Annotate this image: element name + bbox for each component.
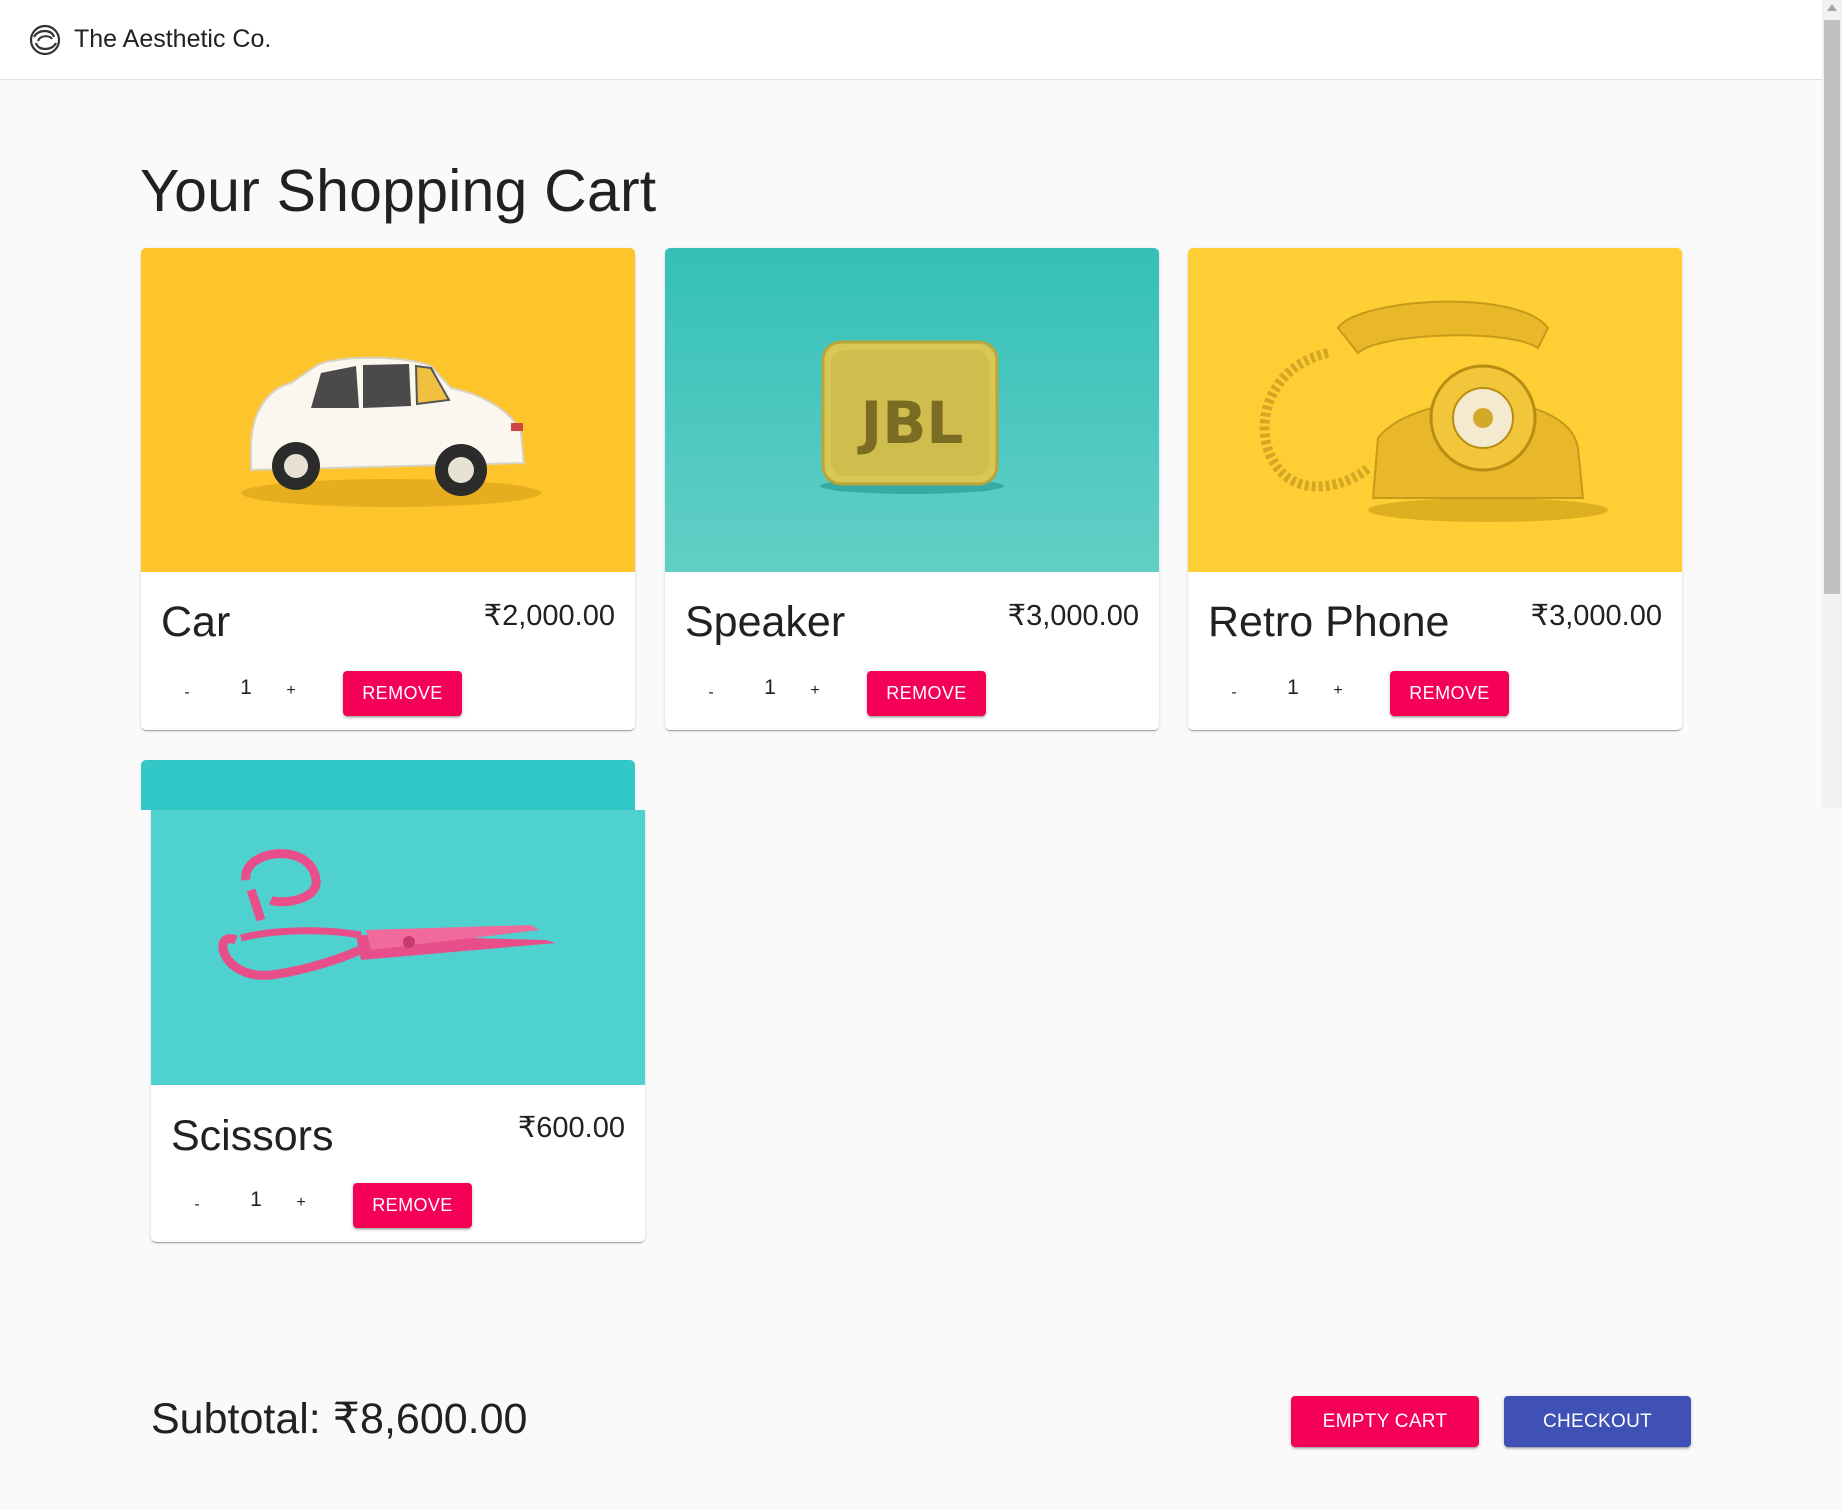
item-price: ₹3,000.00 (1007, 600, 1139, 632)
brand-name[interactable]: The Aesthetic Co. (74, 25, 271, 54)
speaker-photo: JBL (665, 248, 1159, 572)
item-price: ₹600.00 (517, 1112, 625, 1144)
speaker-brand-text: JBL (857, 389, 964, 457)
item-price: ₹3,000.00 (1530, 600, 1662, 632)
remove-button[interactable]: REMOVE (343, 671, 462, 716)
cart-item-card-retro-phone: Retro Phone ₹3,000.00 - 1 + REMOVE (1188, 248, 1682, 730)
cart-item-card-speaker: JBL Speaker ₹3,000.00 - 1 + REMOVE (665, 248, 1159, 730)
remove-button[interactable]: REMOVE (1390, 671, 1509, 716)
item-name: Retro Phone (1208, 598, 1450, 646)
quantity-value: 1 (240, 676, 252, 699)
car-photo (141, 248, 635, 572)
cart-item-card-scissors: Scissors ₹600.00 - 1 + REMOVE (151, 760, 645, 1242)
item-name: Scissors (171, 1112, 334, 1160)
increase-quantity-button[interactable]: + (1328, 682, 1348, 700)
increase-quantity-button[interactable]: + (281, 682, 301, 700)
phone-photo (1188, 248, 1682, 572)
app-bar: The Aesthetic Co. (0, 0, 1822, 80)
quantity-value: 1 (764, 676, 776, 699)
decrease-quantity-button[interactable]: - (701, 684, 721, 702)
empty-cart-button[interactable]: EMPTY CART (1291, 1396, 1479, 1447)
cart-item-card-car: Car ₹2,000.00 - 1 + REMOVE (141, 248, 635, 730)
vertical-scrollbar[interactable] (1822, 0, 1842, 808)
item-name: Car (161, 598, 231, 646)
checkout-button[interactable]: CHECKOUT (1504, 1396, 1691, 1447)
scissors-photo (151, 810, 645, 1085)
decrease-quantity-button[interactable]: - (177, 684, 197, 702)
scroll-up-arrow-icon[interactable] (1827, 4, 1837, 11)
item-price: ₹2,000.00 (483, 600, 615, 632)
subtotal-text: Subtotal: ₹8,600.00 (151, 1395, 528, 1443)
scroll-thumb[interactable] (1824, 20, 1840, 594)
quantity-value: 1 (250, 1188, 262, 1211)
remove-button[interactable]: REMOVE (353, 1183, 472, 1228)
swirl-logo-icon[interactable] (28, 23, 62, 57)
page-title: Your Shopping Cart (140, 158, 657, 224)
remove-button[interactable]: REMOVE (867, 671, 986, 716)
increase-quantity-button[interactable]: + (805, 682, 825, 700)
decrease-quantity-button[interactable]: - (1224, 684, 1244, 702)
increase-quantity-button[interactable]: + (291, 1194, 311, 1212)
quantity-value: 1 (1287, 676, 1299, 699)
decrease-quantity-button[interactable]: - (187, 1196, 207, 1214)
item-name: Speaker (685, 598, 846, 646)
